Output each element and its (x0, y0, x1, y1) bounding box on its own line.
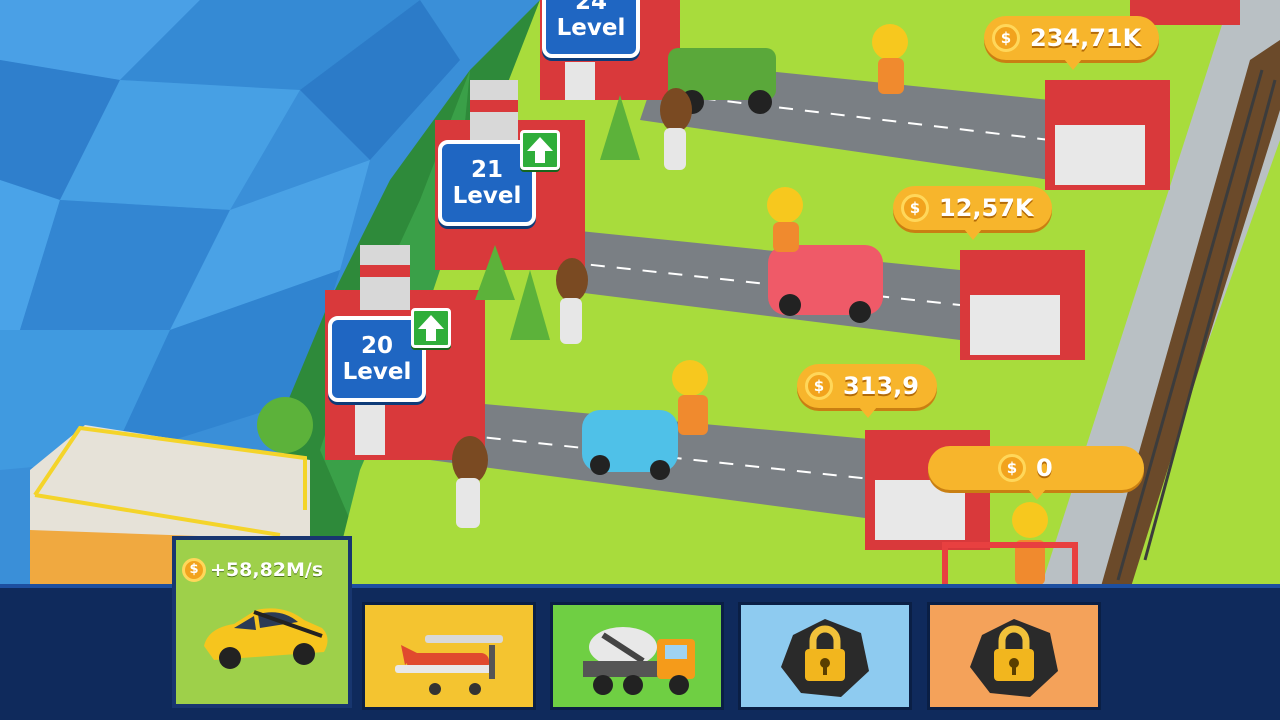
level-word: Level (342, 359, 412, 385)
coin-amount: 313,9 (843, 372, 919, 400)
upgrade-arrow-button[interactable] (411, 308, 451, 348)
vehicle-slot-selected[interactable]: $ +58,82M/s (172, 536, 352, 708)
coin-collect-bubble[interactable]: $ 12,57K (893, 186, 1052, 240)
propeller-plane-icon (395, 635, 503, 695)
coin-icon: $ (182, 558, 206, 582)
vehicle-slot-plane[interactable] (362, 602, 536, 710)
level-word: Level (556, 15, 626, 41)
level-word: Level (452, 183, 522, 209)
vehicle-slot-locked[interactable] (927, 602, 1101, 710)
coin-icon: $ (805, 372, 833, 400)
coin-collect-bubble[interactable]: $ 234,71K (984, 16, 1160, 70)
income-rate-value: +58,82M/s (210, 559, 324, 581)
cement-mixer-truck-icon (583, 627, 695, 695)
padlock-icon (781, 619, 869, 697)
level-sign-24[interactable]: 24 Level (542, 0, 640, 58)
level-number: 20 (360, 333, 393, 359)
coin-icon: $ (998, 454, 1026, 482)
coin-collect-bubble[interactable]: $ 313,9 (797, 364, 937, 418)
coin-amount: 12,57K (939, 194, 1034, 222)
coin-icon: $ (992, 24, 1020, 52)
game-scene[interactable]: 24 Level 21 Level 20 Level $ 234,71K $ 1… (0, 0, 1280, 590)
padlock-icon (970, 619, 1058, 697)
upgrade-arrow-button[interactable] (520, 130, 560, 170)
arrow-up-icon (527, 137, 553, 163)
coin-icon: $ (901, 194, 929, 222)
yellow-sports-car-icon (204, 608, 328, 669)
vehicle-slot-cement-truck[interactable] (550, 602, 724, 710)
coin-amount: 234,71K (1030, 24, 1142, 52)
coin-collect-bubble[interactable]: $ 0 (928, 446, 1144, 500)
coin-amount: 0 (1036, 454, 1053, 482)
level-number: 24 (574, 0, 607, 15)
level-number: 21 (470, 157, 503, 183)
income-rate: $ +58,82M/s (182, 558, 323, 582)
vehicle-slot-locked[interactable] (738, 602, 912, 710)
arrow-up-icon (418, 315, 444, 341)
